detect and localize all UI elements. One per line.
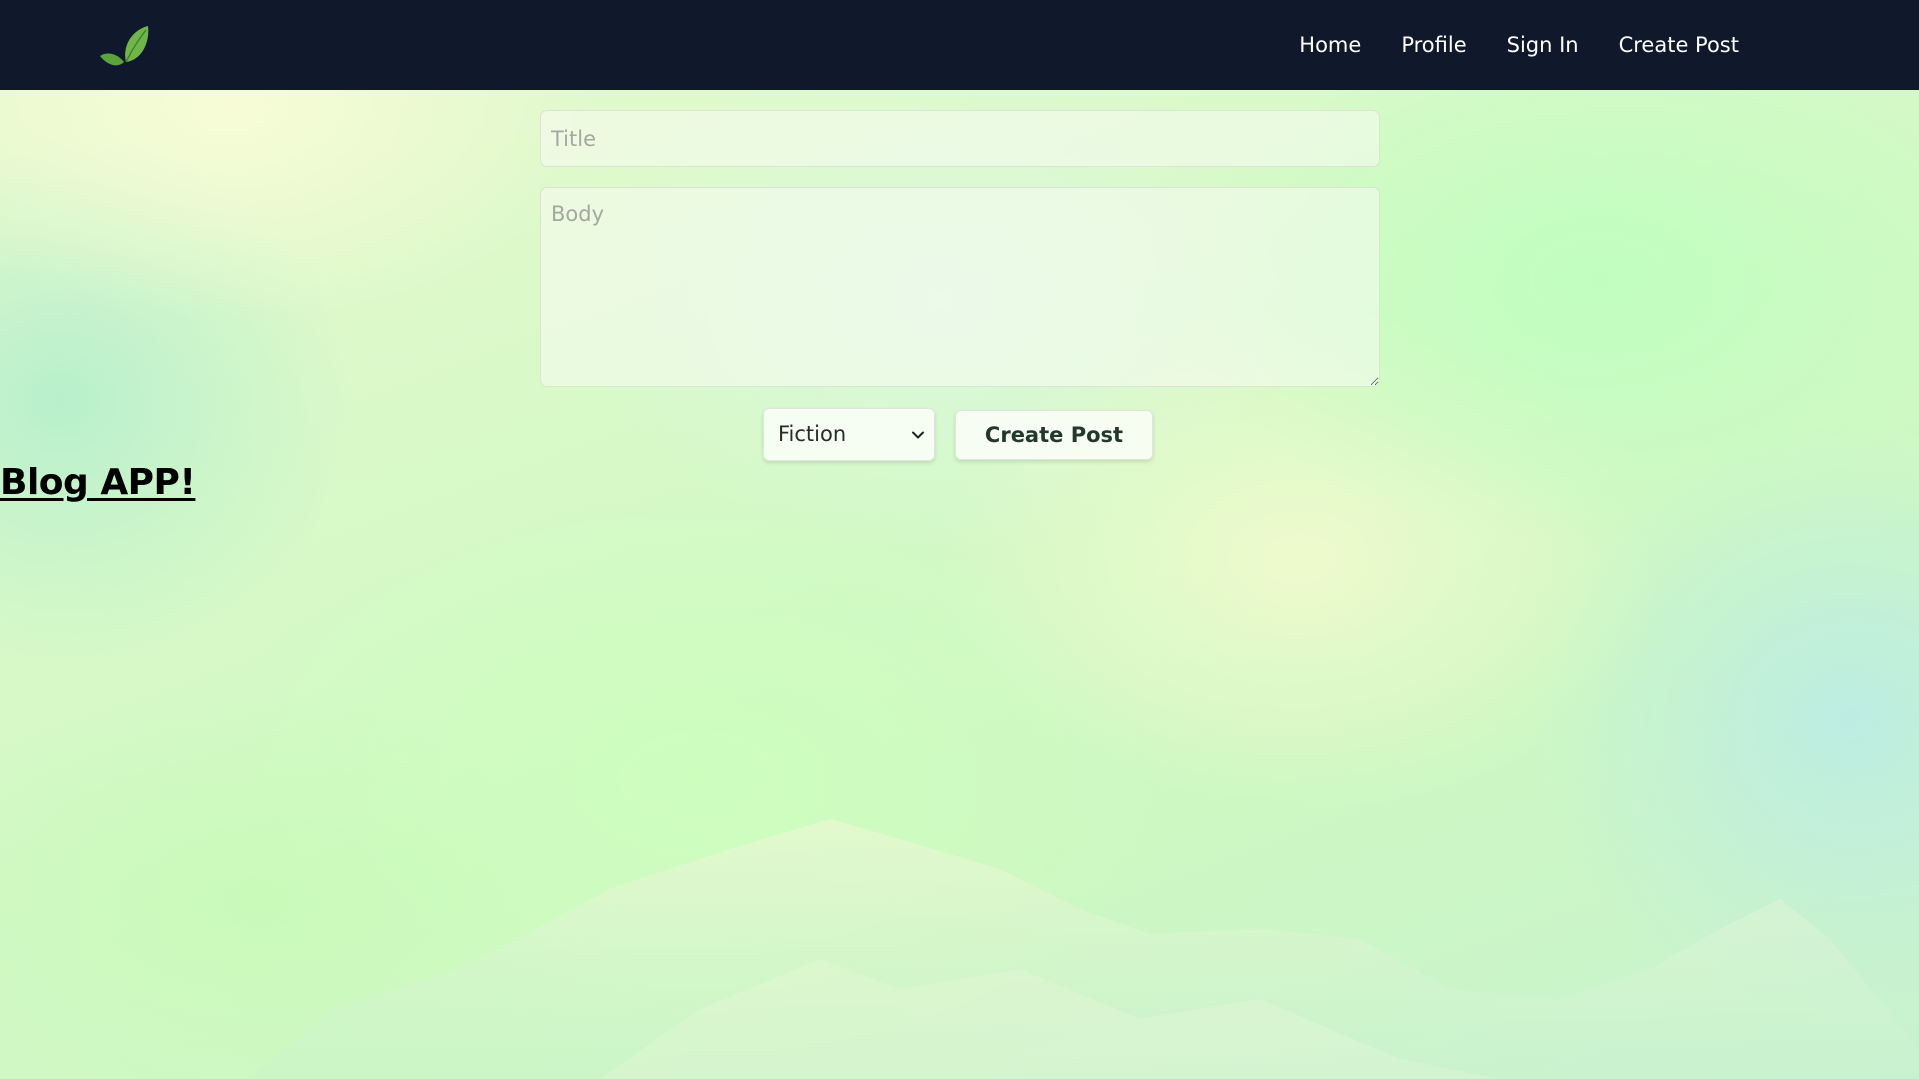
body-textarea[interactable] [540, 187, 1380, 387]
create-post-form [540, 110, 1380, 387]
page-title[interactable]: Blog APP! [0, 462, 196, 503]
nav-links: Home Profile Sign In Create Post [1299, 0, 1739, 90]
leaf-icon[interactable] [98, 22, 152, 68]
nav-link-sign-in[interactable]: Sign In [1507, 33, 1579, 57]
category-select[interactable]: Fiction [763, 408, 935, 461]
form-controls: Fiction Create Post [763, 408, 1153, 461]
create-post-button[interactable]: Create Post [955, 409, 1153, 460]
nav-link-profile[interactable]: Profile [1401, 33, 1466, 57]
mountain-background [250, 819, 1919, 1079]
category-selected-value: Fiction [778, 422, 847, 446]
nav-link-home[interactable]: Home [1299, 33, 1361, 57]
chevron-down-icon [912, 431, 924, 439]
navbar: Home Profile Sign In Create Post [0, 0, 1919, 90]
nav-link-create-post[interactable]: Create Post [1619, 33, 1739, 57]
title-input[interactable] [540, 110, 1380, 167]
